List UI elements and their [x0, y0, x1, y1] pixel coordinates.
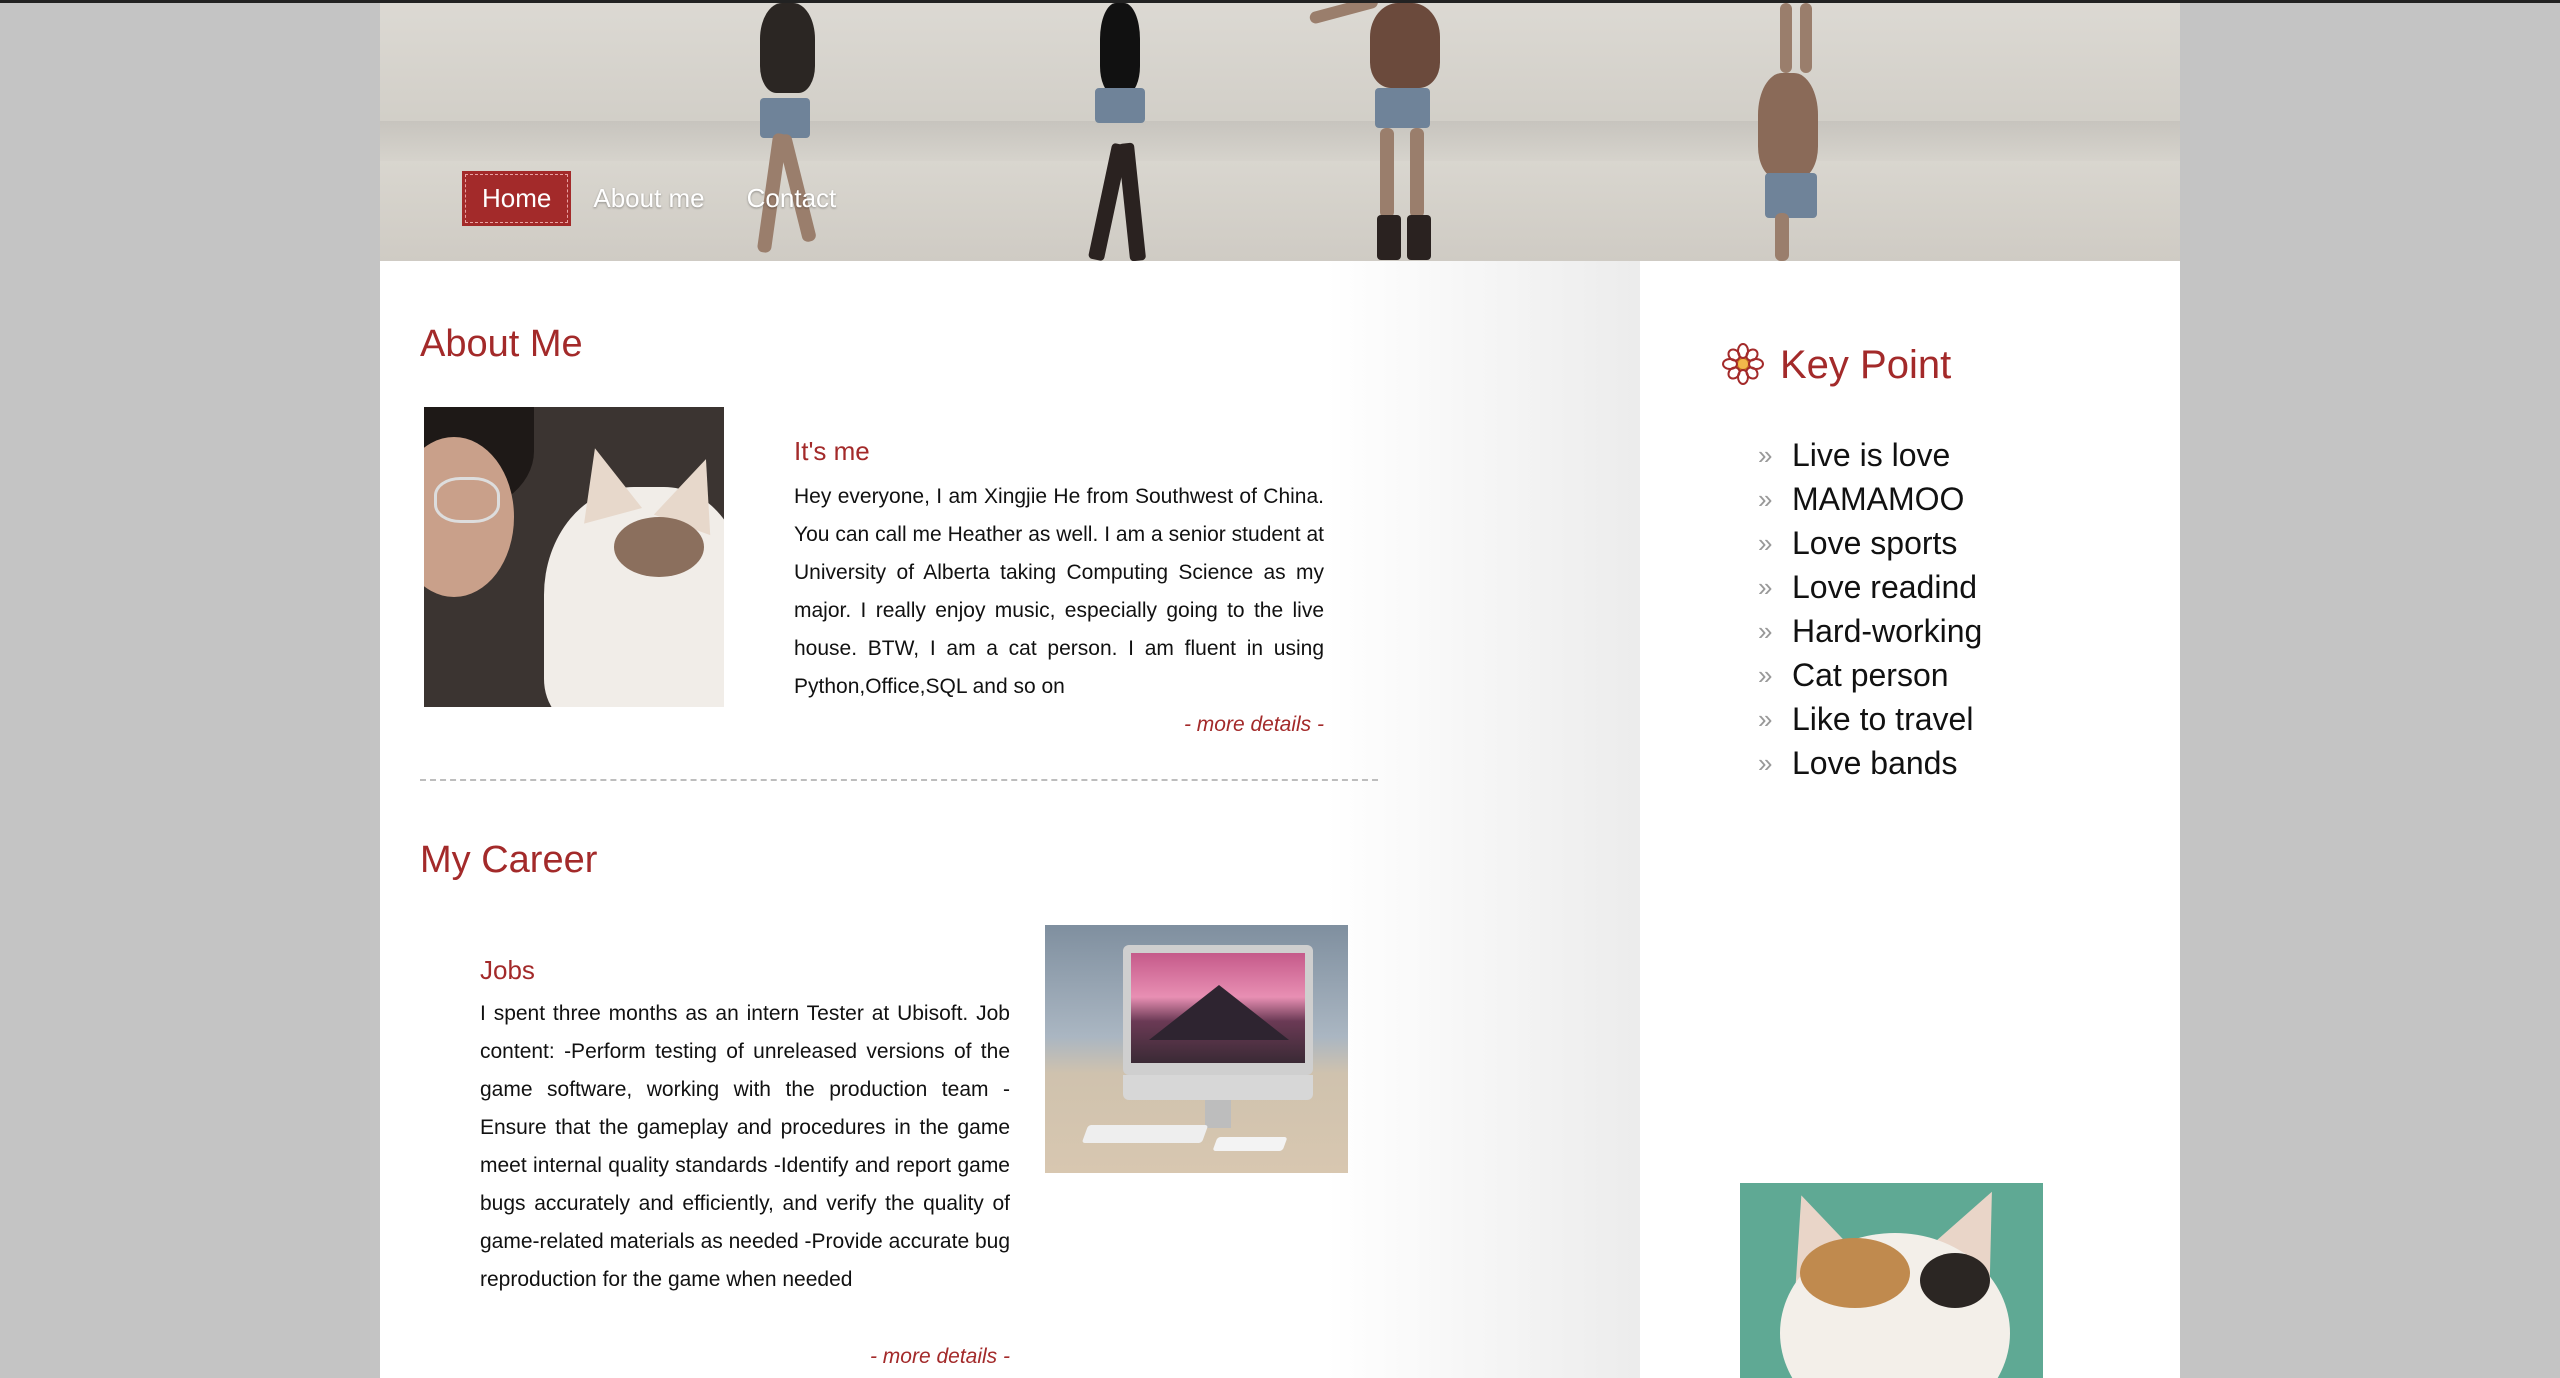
double-chevron-icon: »: [1758, 527, 1772, 558]
photo-monitor-stand: [1205, 1100, 1231, 1128]
career-text: I spent three months as an intern Tester…: [480, 1002, 1010, 1291]
about-photo: [424, 407, 724, 707]
double-chevron-icon: »: [1758, 483, 1772, 514]
section-divider: [420, 779, 1378, 781]
banner-figure-arm: [1308, 3, 1380, 25]
banner-figure-shorts: [760, 98, 810, 138]
banner-figure-shorts: [1095, 88, 1145, 123]
photo-cat-patch: [614, 517, 704, 577]
banner-figure-leg: [1410, 128, 1424, 218]
banner-figure-arm: [1780, 3, 1792, 73]
double-chevron-icon: »: [1758, 703, 1772, 734]
double-chevron-icon: »: [1758, 747, 1772, 778]
list-item: » MAMAMOO: [1758, 477, 1982, 521]
banner-figure-shorts: [1375, 88, 1430, 128]
about-more-details-link[interactable]: - more details -: [1080, 713, 1324, 737]
photo-cat-patch: [1920, 1253, 1990, 1308]
photo-glasses: [434, 477, 500, 523]
photo-cat-patch: [1800, 1238, 1910, 1308]
banner-figure: [1100, 3, 1140, 93]
double-chevron-icon: »: [1758, 439, 1772, 470]
banner-figure: [1758, 73, 1818, 178]
sidebar-cat-photo: [1740, 1183, 2043, 1378]
list-item-label: Love bands: [1792, 744, 1958, 781]
key-point-title: Key Point: [1780, 343, 1952, 387]
banner-figure-boot: [1377, 215, 1401, 260]
banner-figure: [1370, 3, 1440, 88]
key-point-list: » Live is love » MAMAMOO » Love sports » Lov…: [1758, 433, 1982, 785]
flower-icon: [1722, 343, 1764, 385]
about-subtitle: It's me: [794, 436, 870, 466]
list-item-label: Love sports: [1792, 524, 1958, 561]
sidebar: Key Point » Live is love » MAMAMOO » Love s…: [1640, 261, 2180, 1378]
photo-trackpad: [1212, 1137, 1288, 1151]
double-chevron-icon: »: [1758, 571, 1772, 602]
list-item-label: Live is love: [1792, 436, 1951, 473]
list-item: » Hard-working: [1758, 609, 1982, 653]
list-item: » Love bands: [1758, 741, 1982, 785]
list-item: » Love sports: [1758, 521, 1982, 565]
list-item-label: Love readind: [1792, 568, 1978, 605]
photo-mountain: [1149, 985, 1289, 1040]
banner-figure-leg: [1775, 213, 1789, 261]
about-section-title: About Me: [420, 323, 583, 365]
list-item-label: Like to travel: [1792, 700, 1974, 737]
banner-figure-shorts: [1765, 173, 1817, 218]
list-item: » Cat person: [1758, 653, 1982, 697]
about-text: Hey everyone, I am Xingjie He from South…: [794, 485, 1324, 698]
list-item: » Like to travel: [1758, 697, 1982, 741]
list-item: » Love readind: [1758, 565, 1982, 609]
double-chevron-icon: »: [1758, 659, 1772, 690]
banner-figure: [760, 3, 815, 93]
list-item-label: Cat person: [1792, 656, 1949, 693]
career-section-title: My Career: [420, 839, 598, 881]
double-chevron-icon: »: [1758, 615, 1772, 646]
list-item-label: Hard-working: [1792, 612, 1983, 649]
photo-monitor-chin: [1123, 1075, 1313, 1100]
career-subtitle: Jobs: [480, 955, 535, 985]
page-container: Home About me Contact About Me It's me H…: [380, 3, 2180, 1378]
list-item-label: MAMAMOO: [1792, 480, 1965, 517]
main-content: About Me It's me Hey everyone, I am Xing…: [380, 261, 1640, 1378]
main-nav: Home About me Contact: [462, 171, 858, 226]
nav-home[interactable]: Home: [462, 171, 572, 226]
banner-figure-arm: [1800, 3, 1812, 73]
header-banner: Home About me Contact: [380, 3, 2180, 261]
banner-figure-boot: [1407, 215, 1431, 260]
photo-keyboard: [1081, 1125, 1209, 1143]
career-photo: [1045, 925, 1348, 1173]
list-item: » Live is love: [1758, 433, 1982, 477]
nav-contact[interactable]: Contact: [727, 171, 857, 226]
nav-about-me[interactable]: About me: [573, 171, 724, 226]
career-more-details-link[interactable]: - more details -: [766, 1345, 1010, 1369]
banner-sea: [380, 121, 2180, 161]
banner-figure-leg: [1380, 128, 1394, 218]
